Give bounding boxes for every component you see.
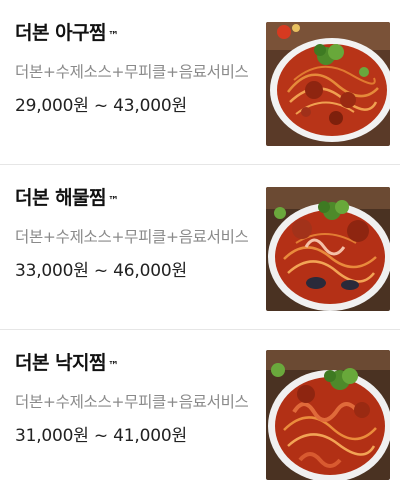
menu-item-name: 더본 아구찜 — [15, 22, 107, 44]
menu-item-image[interactable] — [266, 22, 390, 146]
menu-item-description: 더본+수제소스+무피클+음료서비스 — [15, 228, 249, 246]
menu-item-monkfish[interactable]: 더본 아구찜 ™ 더본+수제소스+무피클+음료서비스 29,000원 ~ 43,0… — [0, 0, 400, 165]
menu-item-text: 더본 해물찜 ™ 더본+수제소스+무피클+음료서비스 33,000원 ~ 46,0… — [15, 183, 255, 281]
braised-seafood-image — [266, 187, 390, 311]
trademark-mark: ™ — [108, 194, 119, 207]
menu-item-seafood[interactable]: 더본 해물찜 ™ 더본+수제소스+무피클+음료서비스 33,000원 ~ 46,0… — [0, 165, 400, 330]
braised-octopus-image — [266, 350, 390, 480]
menu-item-title: 더본 아구찜 ™ — [15, 18, 255, 45]
menu-item-name: 더본 낙지찜 — [15, 352, 107, 374]
menu-item-price: 31,000원 ~ 41,000원 — [15, 426, 187, 446]
menu-item-price: 29,000원 ~ 43,000원 — [15, 96, 187, 116]
menu-item-price: 33,000원 ~ 46,000원 — [15, 261, 187, 281]
menu-item-text: 더본 아구찜 ™ 더본+수제소스+무피클+음료서비스 29,000원 ~ 43,0… — [15, 18, 255, 116]
menu-item-image[interactable] — [266, 187, 390, 311]
menu-list: 더본 아구찜 ™ 더본+수제소스+무피클+음료서비스 29,000원 ~ 43,0… — [0, 0, 400, 480]
menu-item-image[interactable] — [266, 350, 390, 480]
menu-item-name: 더본 해물찜 — [15, 187, 107, 209]
braised-monkfish-image — [266, 22, 390, 146]
menu-item-description: 더본+수제소스+무피클+음료서비스 — [15, 63, 249, 81]
menu-item-title: 더본 해물찜 ™ — [15, 183, 255, 210]
menu-item-octopus[interactable]: 더본 낙지찜 ™ 더본+수제소스+무피클+음료서비스 31,000원 ~ 41,0… — [0, 330, 400, 480]
trademark-mark: ™ — [108, 359, 119, 372]
menu-item-text: 더본 낙지찜 ™ 더본+수제소스+무피클+음료서비스 31,000원 ~ 41,0… — [15, 348, 255, 446]
trademark-mark: ™ — [108, 29, 119, 42]
menu-item-title: 더본 낙지찜 ™ — [15, 348, 255, 375]
menu-item-description: 더본+수제소스+무피클+음료서비스 — [15, 393, 249, 411]
